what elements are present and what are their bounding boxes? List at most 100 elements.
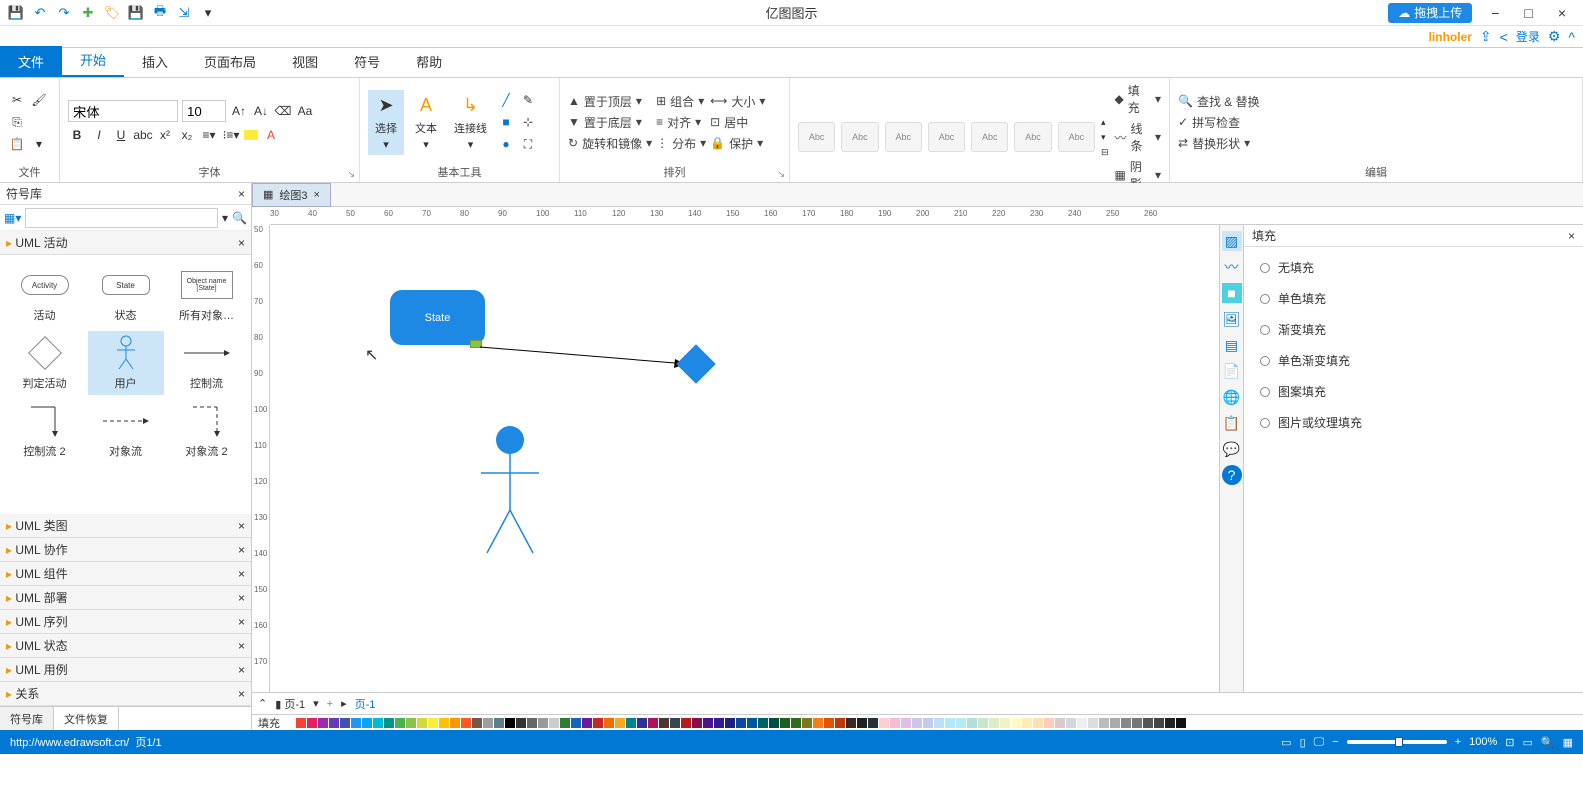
color-swatch[interactable]	[307, 718, 317, 728]
color-swatch[interactable]	[835, 718, 845, 728]
page-tool-icon[interactable]: ▤	[1222, 335, 1242, 355]
print-icon[interactable]: 🖶	[150, 3, 170, 23]
color-swatch[interactable]	[692, 718, 702, 728]
color-swatch[interactable]	[1022, 718, 1032, 728]
color-swatch[interactable]	[340, 718, 350, 728]
align-button[interactable]: ≡ 对齐 ▾	[656, 114, 706, 131]
gear-icon[interactable]: ⚙	[1548, 28, 1561, 45]
color-swatch[interactable]	[1088, 718, 1098, 728]
color-swatch[interactable]	[725, 718, 735, 728]
style-preset-3[interactable]: Abc	[885, 122, 922, 152]
highlight-icon[interactable]	[244, 130, 258, 140]
color-swatch[interactable]	[395, 718, 405, 728]
color-swatch[interactable]	[681, 718, 691, 728]
cat-UML 序列[interactable]: ▸ UML 序列×	[0, 610, 251, 634]
line-tool-icon[interactable]: 〰	[1222, 257, 1242, 277]
page-tab-1[interactable]: ▮ 页-1	[275, 696, 305, 712]
color-swatch[interactable]	[329, 718, 339, 728]
size-button[interactable]: ⟷ 大小 ▾	[710, 93, 765, 110]
fit-page-icon[interactable]: ⊡	[1505, 736, 1514, 749]
new-icon[interactable]: ✚	[78, 3, 98, 23]
style-up-icon[interactable]: ▴	[1101, 117, 1109, 128]
share-icon[interactable]: ⇪	[1480, 28, 1492, 45]
spellcheck-button[interactable]: ✓ 拼写检查	[1178, 114, 1260, 131]
font-size-select[interactable]	[182, 100, 226, 122]
shape-object-flow-2[interactable]: 对象流 2	[169, 399, 245, 463]
underline-icon[interactable]: U	[112, 126, 130, 144]
color-swatch[interactable]	[769, 718, 779, 728]
color-swatch[interactable]	[956, 718, 966, 728]
group-button[interactable]: ⊞ 组合 ▾	[656, 93, 706, 110]
cut-icon[interactable]: ✂	[8, 91, 26, 109]
fill-option[interactable]: 单色渐变填充	[1260, 352, 1567, 369]
color-swatch[interactable]	[846, 718, 856, 728]
comment-tool-icon[interactable]: 💬	[1222, 439, 1242, 459]
color-swatch[interactable]	[989, 718, 999, 728]
doc-tool-icon[interactable]: 📋	[1222, 413, 1242, 433]
pencil-icon[interactable]: ✎	[519, 91, 537, 109]
style-preset-2[interactable]: Abc	[841, 122, 878, 152]
symlib-menu-icon[interactable]: ▦▾	[4, 211, 21, 225]
shape-control-flow[interactable]: 控制流	[169, 331, 245, 395]
center-button[interactable]: ⊡ 居中	[710, 114, 765, 131]
replace-shape-button[interactable]: ⇄ 替换形状 ▾	[1178, 135, 1260, 152]
search-icon[interactable]: 🔍	[232, 211, 247, 225]
color-swatch[interactable]	[351, 718, 361, 728]
color-swatch[interactable]	[362, 718, 372, 728]
cat-close-icon[interactable]: ×	[238, 236, 245, 250]
cat-UML 部署[interactable]: ▸ UML 部署×	[0, 586, 251, 610]
color-swatch[interactable]	[1110, 718, 1120, 728]
color-swatch[interactable]	[912, 718, 922, 728]
save2-icon[interactable]: 💾	[126, 3, 146, 23]
color-swatch[interactable]	[945, 718, 955, 728]
tab-insert[interactable]: 插入	[124, 46, 186, 77]
color-swatch[interactable]	[1121, 718, 1131, 728]
color-swatch[interactable]	[659, 718, 669, 728]
color-swatch[interactable]	[450, 718, 460, 728]
redo-icon[interactable]: ↷	[54, 3, 74, 23]
zoom-slider[interactable]	[1347, 740, 1447, 744]
color-swatch[interactable]	[824, 718, 834, 728]
subscript-icon[interactable]: x₂	[178, 126, 196, 144]
italic-icon[interactable]: I	[90, 126, 108, 144]
export-icon[interactable]: ⇲	[174, 3, 194, 23]
page-menu-icon[interactable]: ⌃	[258, 697, 267, 710]
tab-help[interactable]: 帮助	[398, 46, 460, 77]
color-swatch[interactable]	[1055, 718, 1065, 728]
color-swatch[interactable]	[582, 718, 592, 728]
cat-关系[interactable]: ▸ 关系×	[0, 682, 251, 706]
symlib-search-dd-icon[interactable]: ▾	[222, 211, 228, 225]
tool-select[interactable]: ➤选择▾	[368, 90, 404, 155]
bold-icon[interactable]: B	[68, 126, 86, 144]
tab-page-layout[interactable]: 页面布局	[186, 46, 274, 77]
color-swatch[interactable]	[978, 718, 988, 728]
color-swatch[interactable]	[758, 718, 768, 728]
image-tool-icon[interactable]: 🖼	[1222, 309, 1242, 329]
color-swatch[interactable]	[703, 718, 713, 728]
color-swatch[interactable]	[494, 718, 504, 728]
color-swatch[interactable]	[934, 718, 944, 728]
cat-UML 状态[interactable]: ▸ UML 状态×	[0, 634, 251, 658]
bullets-icon[interactable]: ⁝≡▾	[222, 126, 240, 144]
login-link[interactable]: 登录	[1516, 28, 1540, 45]
tab-start[interactable]: 开始	[62, 44, 124, 77]
font-name-select[interactable]	[68, 100, 178, 122]
line-spacing-icon[interactable]: ≡▾	[200, 126, 218, 144]
protect-button[interactable]: 🔒 保护 ▾	[710, 135, 765, 152]
collapse-ribbon-icon[interactable]: ^	[1568, 29, 1575, 45]
color-swatch[interactable]	[626, 718, 636, 728]
doc-tab[interactable]: ▦绘图3×	[252, 183, 331, 207]
color-swatch[interactable]	[868, 718, 878, 728]
color-swatch[interactable]	[648, 718, 658, 728]
color-swatch[interactable]	[780, 718, 790, 728]
format-painter-icon[interactable]: 🖌	[30, 91, 48, 109]
canvas-connector[interactable]	[480, 345, 685, 373]
color-swatch[interactable]	[373, 718, 383, 728]
web-tool-icon[interactable]: 🌐	[1222, 387, 1242, 407]
cat-uml-activity[interactable]: ▸ UML 活动×	[0, 231, 251, 255]
color-swatch[interactable]	[417, 718, 427, 728]
color-swatch[interactable]	[791, 718, 801, 728]
line-button[interactable]: 〰 线条 ▾	[1115, 120, 1161, 154]
paste-icon[interactable]: 📋	[8, 135, 26, 153]
tool-text[interactable]: A文本▾	[408, 90, 444, 155]
